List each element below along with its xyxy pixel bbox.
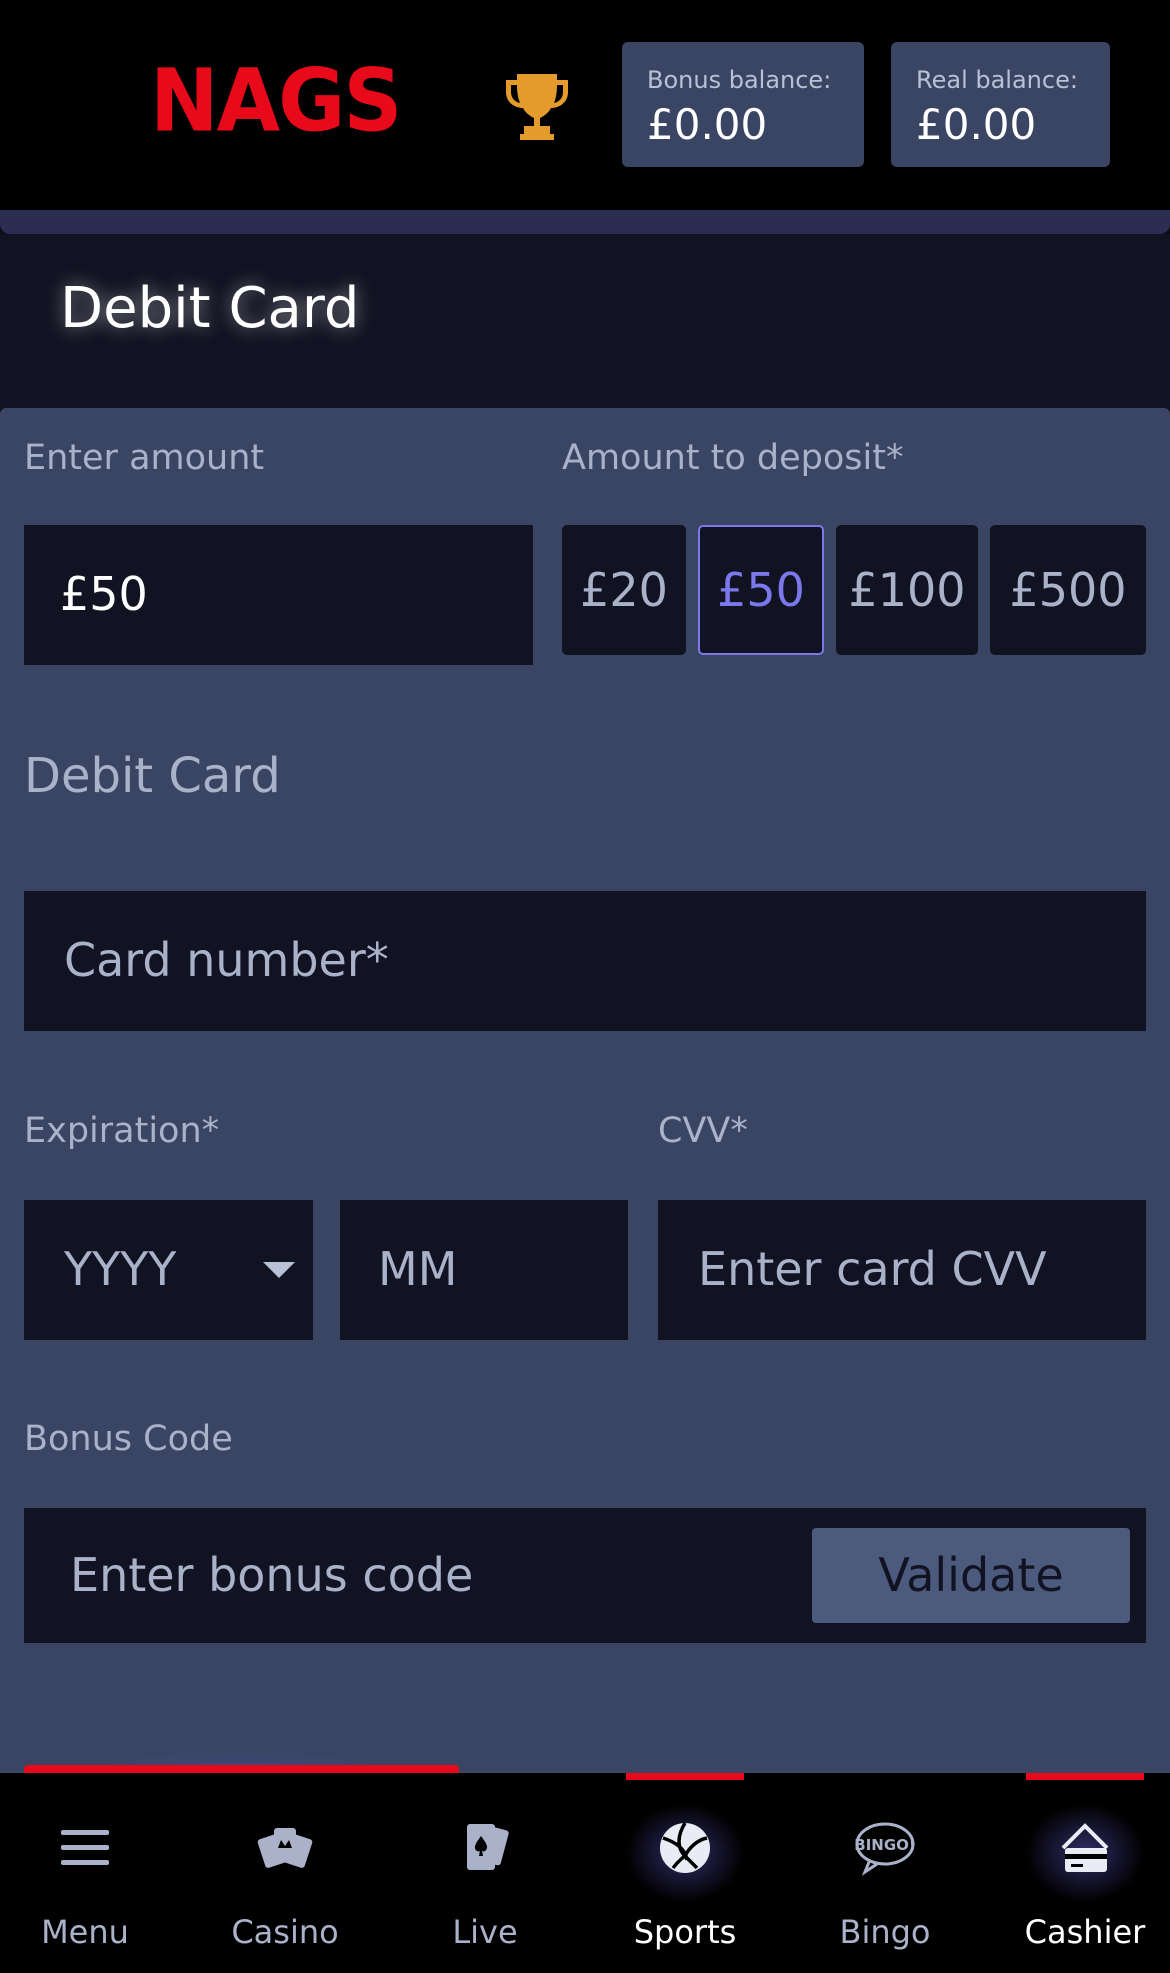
bonus-balance-card: Bonus balance: £0.00 [622, 42, 864, 167]
quick-amount-100[interactable]: £100 [836, 525, 978, 655]
expiry-year-select[interactable]: YYYY [24, 1200, 313, 1340]
amount-to-deposit-label: Amount to deposit* [562, 438, 904, 478]
nav-item-cashier[interactable]: Cashier [985, 1773, 1170, 1973]
real-balance-card: Real balance: £0.00 [891, 42, 1110, 167]
amount-input[interactable]: £50 [24, 525, 533, 665]
header-divider [0, 210, 1170, 234]
real-balance-label: Real balance: [916, 66, 1078, 94]
bonus-code-label: Bonus Code [24, 1419, 233, 1459]
card-number-input[interactable]: Card number* [24, 891, 1146, 1031]
card-number-placeholder: Card number* [64, 933, 389, 987]
nav-item-sports[interactable]: Sports [585, 1773, 785, 1973]
casino-icon [257, 1828, 313, 1868]
bottom-nav: Menu Casino Live Sports BINGO! Bingo Cas… [0, 1773, 1170, 1973]
quick-amount-50-selected[interactable]: £50 [698, 525, 824, 655]
chevron-down-icon [263, 1262, 295, 1278]
expiration-label: Expiration* [24, 1111, 220, 1151]
live-cards-icon [467, 1824, 509, 1870]
trophy-icon[interactable] [502, 70, 572, 142]
enter-amount-label: Enter amount [24, 438, 265, 478]
sports-ball-icon [660, 1822, 710, 1873]
bonus-code-placeholder: Enter bonus code [70, 1548, 474, 1602]
bonus-balance-label: Bonus balance: [647, 66, 832, 94]
svg-text:BINGO!: BINGO! [855, 1836, 915, 1854]
nav-item-bingo[interactable]: BINGO! Bingo [785, 1773, 985, 1973]
nav-label-menu: Menu [41, 1913, 129, 1951]
nav-label-cashier: Cashier [1024, 1913, 1146, 1951]
nav-label-casino: Casino [231, 1913, 339, 1951]
cvv-input[interactable]: Enter card CVV [658, 1200, 1146, 1340]
bonus-balance-value: £0.00 [647, 100, 768, 149]
nav-label-bingo: Bingo [839, 1913, 931, 1951]
debit-card-section-title: Debit Card [24, 748, 281, 804]
cashier-icon [1061, 1823, 1109, 1872]
month-placeholder: MM [378, 1242, 458, 1296]
nav-item-casino[interactable]: Casino [185, 1773, 385, 1973]
expiry-month-input[interactable]: MM [340, 1200, 628, 1340]
nav-item-menu[interactable]: Menu [0, 1773, 185, 1973]
cvv-placeholder: Enter card CVV [698, 1242, 1047, 1296]
bingo-icon: BINGO! [855, 1822, 915, 1876]
quick-amount-500[interactable]: £500 [990, 525, 1146, 655]
real-balance-value: £0.00 [916, 100, 1037, 149]
validate-button[interactable]: Validate [812, 1528, 1130, 1623]
nav-label-sports: Sports [633, 1913, 737, 1951]
quick-amount-20[interactable]: £20 [562, 525, 686, 655]
title-bar: Debit Card [0, 234, 1170, 409]
cashier-active-indicator [1026, 1773, 1144, 1780]
year-placeholder: YYYY [64, 1242, 177, 1296]
top-header: NAGS Bonus balance: £0.00 Real balance: … [0, 0, 1170, 210]
sports-active-indicator [626, 1773, 744, 1780]
nav-item-live[interactable]: Live [385, 1773, 585, 1973]
nav-label-live: Live [452, 1913, 518, 1951]
cvv-label: CVV* [658, 1111, 748, 1151]
deposit-form-panel: Enter amount Amount to deposit* £50 £20 … [0, 408, 1170, 1808]
page-title: Debit Card [60, 276, 360, 341]
nags-logo[interactable]: NAGS [150, 50, 402, 155]
menu-icon [61, 1830, 109, 1865]
bonus-code-input[interactable]: Enter bonus code Validate [24, 1508, 1146, 1643]
amount-input-value: £50 [60, 567, 148, 621]
